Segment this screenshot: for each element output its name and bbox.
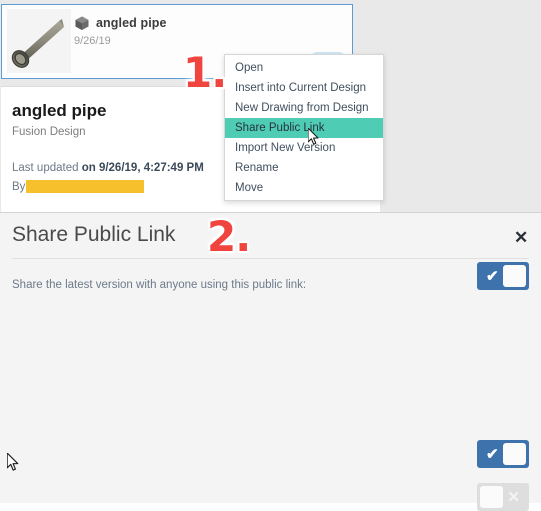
menu-item-new-drawing-from-design[interactable]: New Drawing from Design: [225, 98, 383, 118]
panel-background: [380, 0, 541, 212]
toggle-knob: [480, 486, 503, 508]
allow-download-toggle[interactable]: ✔: [477, 440, 529, 468]
card-date-label: 9/26/19: [74, 35, 111, 47]
toggle-knob: [503, 443, 526, 465]
last-updated-prefix: Last updated: [12, 162, 82, 174]
menu-item-open[interactable]: Open: [225, 58, 383, 78]
dialog-title: Share Public Link: [12, 223, 176, 246]
share-link-toggle[interactable]: ✔: [477, 262, 529, 290]
detail-last-updated: Last updated on 9/26/19, 4:27:49 PM: [12, 162, 204, 174]
annotation-step-one: 1.: [183, 48, 227, 97]
menu-item-insert-into-current-design[interactable]: Insert into Current Design: [225, 78, 383, 98]
browser-content-area: angled pipe 9/26/19 angled pipe Fusion D…: [0, 0, 541, 212]
menu-item-move[interactable]: Move: [225, 178, 383, 198]
detail-author: By: [12, 180, 145, 193]
dialog-close-button[interactable]: ✕: [514, 229, 528, 246]
annotation-step-two: 2.: [207, 212, 251, 261]
menu-item-share-public-link[interactable]: Share Public Link: [225, 118, 383, 138]
card-title-label: angled pipe: [96, 16, 167, 30]
toggle-on-checkmark: ✔: [486, 267, 499, 285]
design-thumbnail: [7, 9, 71, 73]
author-label: By: [12, 180, 26, 193]
angled-pipe-render: [7, 9, 71, 73]
detail-subtitle: Fusion Design: [12, 126, 86, 138]
cube-icon: [75, 16, 89, 30]
last-updated-value: on 9/26/19, 4:27:49 PM: [81, 162, 204, 174]
require-password-toggle[interactable]: ✕: [477, 483, 529, 511]
share-public-link-dialog: Share Public Link ✕ Share the latest ver…: [0, 212, 541, 503]
detail-title: angled pipe: [12, 101, 107, 120]
dialog-divider-top: [12, 258, 529, 259]
toggle-on-checkmark: ✔: [486, 445, 499, 463]
toggle-off-cross: ✕: [507, 488, 520, 506]
toggle-knob: [503, 265, 526, 287]
share-description-label: Share the latest version with anyone usi…: [12, 279, 307, 291]
card-title-row: angled pipe: [74, 15, 167, 31]
author-redaction-block: [26, 180, 145, 193]
menu-item-rename[interactable]: Rename: [225, 158, 383, 178]
mouse-cursor-icon-secondary: [7, 453, 19, 471]
menu-item-import-new-version[interactable]: Import New Version: [225, 138, 383, 158]
context-menu[interactable]: Open Insert into Current Design New Draw…: [224, 54, 384, 201]
